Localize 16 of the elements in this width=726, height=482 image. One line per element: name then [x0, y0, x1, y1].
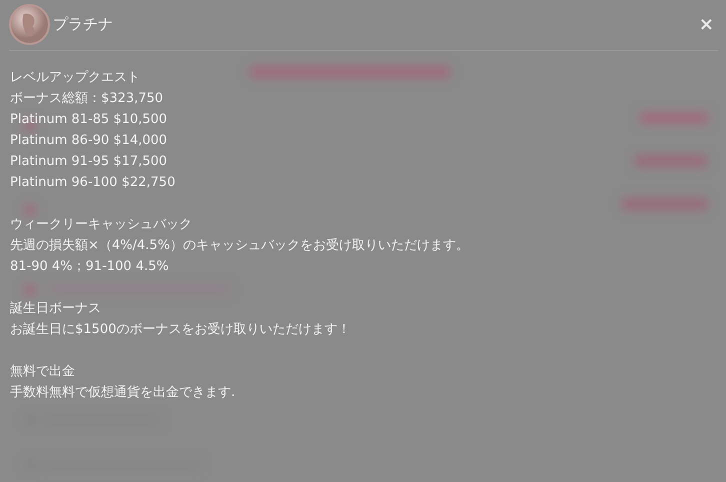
coin-icon	[9, 4, 50, 44]
info-text: Platinum 81-85 $10,500	[10, 111, 168, 129]
section-title: 無料で出金	[10, 363, 76, 381]
info-text: Platinum 86-90 $14,000	[10, 132, 168, 150]
info-text: Platinum 91-95 $17,500	[10, 153, 168, 171]
info-text: Platinum 96-100 $22,750	[10, 174, 176, 192]
info-text: 先週の損失額×（4%/4.5%）のキャッシュバックをお受け取りいただけます。	[10, 237, 470, 255]
info-text: 手数料無料で仮想通貨を出金できます.	[10, 384, 236, 402]
section-title: 誕生日ボーナス	[10, 300, 102, 318]
section-title: ウィークリーキャッシュバック	[10, 216, 193, 234]
info-text: ボーナス総額：$323,750	[10, 90, 164, 108]
section-title: レベルアップクエスト	[10, 69, 141, 87]
info-text: お誕生日に$1500のボーナスをお受け取りいただけます！	[10, 321, 352, 339]
dialog-title: プラチナ	[53, 14, 113, 34]
info-text: 81-90 4%；91-100 4.5%	[10, 258, 170, 276]
close-button[interactable]: ×	[694, 14, 718, 34]
